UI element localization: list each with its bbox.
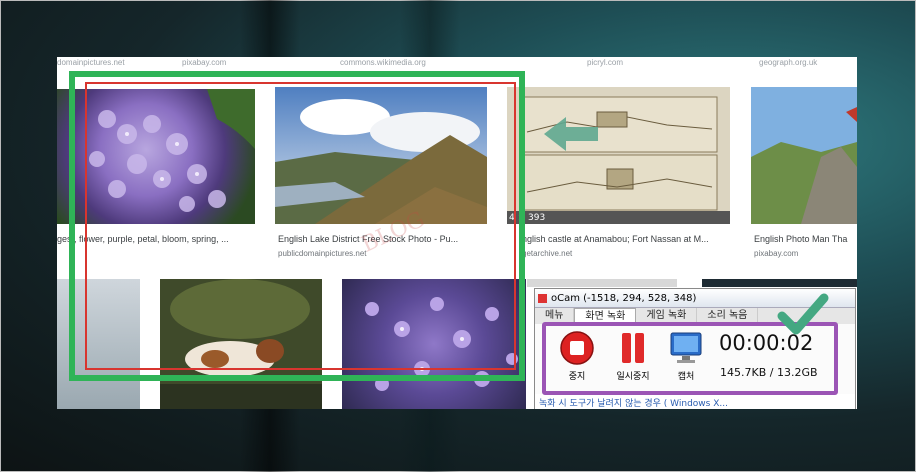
- result-source[interactable]: getarchive.net: [522, 249, 572, 258]
- ocam-title: oCam (-1518, 294, 528, 348): [551, 292, 697, 304]
- castle-engraving-image[interactable]: 4 × 393: [507, 87, 730, 224]
- result-caption[interactable]: English Photo Man Tha: [754, 234, 847, 244]
- source-label[interactable]: picryl.com: [587, 58, 623, 67]
- green-highlight-frame: [69, 71, 525, 381]
- result-source[interactable]: pixabay.com: [754, 249, 798, 258]
- castle-engraving-art: [507, 96, 730, 224]
- mountain-image[interactable]: [751, 87, 857, 224]
- partial-thumbnail: [527, 279, 677, 287]
- result-caption[interactable]: nglish castle at Anamabou; Fort Nassan a…: [522, 234, 709, 244]
- mountain-art: [751, 87, 857, 224]
- source-label[interactable]: pixabay.com: [182, 58, 226, 67]
- checkmark-icon: [777, 293, 829, 335]
- source-label[interactable]: geograph.org.uk: [759, 58, 817, 67]
- left-arrow-icon: [544, 117, 598, 151]
- partial-thumbnail: [702, 279, 857, 287]
- source-label[interactable]: commons.wikimedia.org: [340, 58, 426, 67]
- ocam-app-icon: [538, 293, 547, 303]
- source-label[interactable]: domainpictures.net: [57, 58, 125, 67]
- bottom-link[interactable]: 녹화 시 도구가 날려지 않는 경우 ( Windows X...: [535, 394, 855, 409]
